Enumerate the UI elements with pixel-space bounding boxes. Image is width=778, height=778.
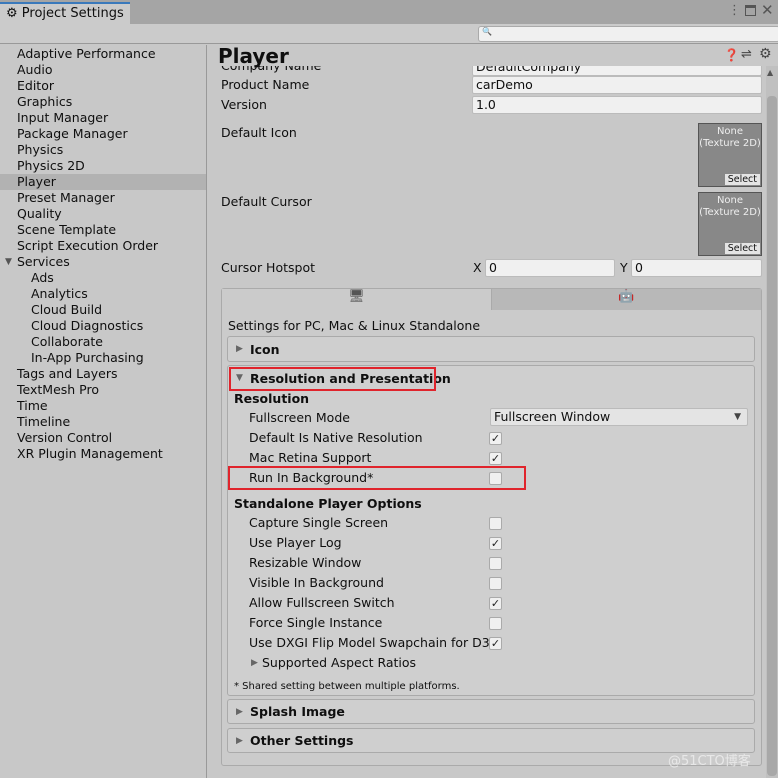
sidebar-item[interactable]: Analytics <box>0 286 206 302</box>
setting-checkbox[interactable] <box>489 617 502 630</box>
sidebar-item[interactable]: TextMesh Pro <box>0 382 206 398</box>
help-icon[interactable]: ❓ <box>724 48 739 62</box>
setting-label: Resizable Window <box>249 555 362 570</box>
highlight-box <box>229 367 436 391</box>
tab-standalone[interactable]: 🖥 <box>222 289 491 311</box>
setting-checkbox[interactable]: ✓ <box>489 432 502 445</box>
sidebar-item[interactable]: Physics <box>0 142 206 158</box>
splash-section-label: Splash Image <box>250 704 345 719</box>
android-icon: 🤖 <box>618 289 635 304</box>
default-icon-label: Default Icon <box>221 125 297 140</box>
sidebar-item[interactable]: Cloud Build <box>0 302 206 318</box>
y-label: Y <box>620 260 628 275</box>
sidebar-item[interactable]: Quality <box>0 206 206 222</box>
sidebar-item[interactable]: Tags and Layers <box>0 366 206 382</box>
default-cursor-label: Default Cursor <box>221 194 312 209</box>
page-title: Player <box>218 44 764 68</box>
hotspot-y-field[interactable]: 0 <box>631 259 762 277</box>
version-field[interactable]: 1.0 <box>472 96 762 114</box>
chevron-right-icon: ▶ <box>236 344 243 354</box>
gear-icon: ⚙ <box>6 6 18 21</box>
sidebar-item[interactable]: Timeline <box>0 414 206 430</box>
search-icon: 🔍 <box>482 27 492 36</box>
setting-checkbox[interactable]: ✓ <box>489 452 502 465</box>
setting-label: Force Single Instance <box>249 615 383 630</box>
monitor-icon: 🖥 <box>348 289 365 304</box>
close-icon[interactable]: ✕ <box>761 1 774 19</box>
resolution-header: Resolution <box>234 391 310 406</box>
search-input[interactable]: 🔍 <box>478 26 778 42</box>
settings-icon[interactable]: ⚙ <box>759 46 772 62</box>
fullscreen-mode-dropdown[interactable]: Fullscreen Window ▼ <box>490 408 748 426</box>
version-label: Version <box>221 97 267 112</box>
scrollbar-thumb[interactable] <box>767 96 777 776</box>
maximize-icon[interactable] <box>745 5 756 16</box>
sidebar-item[interactable]: Script Execution Order <box>0 238 206 254</box>
scroll-up-icon[interactable]: ▲ <box>767 68 773 77</box>
chevron-down-icon[interactable]: ▼ <box>5 254 12 270</box>
sidebar-item[interactable]: Collaborate <box>0 334 206 350</box>
sidebar-item[interactable]: Preset Manager <box>0 190 206 206</box>
icon-foldout[interactable] <box>227 336 755 362</box>
chevron-right-icon: ▶ <box>236 707 243 717</box>
sidebar-item[interactable]: Editor <box>0 78 206 94</box>
hotspot-x-field[interactable]: 0 <box>485 259 615 277</box>
setting-checkbox[interactable] <box>489 557 502 570</box>
sidebar-item[interactable]: Scene Template <box>0 222 206 238</box>
sidebar-item[interactable]: Time <box>0 398 206 414</box>
tab-project-settings[interactable]: ⚙ Project Settings <box>0 2 130 24</box>
sidebar-item[interactable]: Cloud Diagnostics <box>0 318 206 334</box>
highlight-box <box>228 466 526 490</box>
aspect-ratios-foldout[interactable]: Supported Aspect Ratios <box>262 655 416 670</box>
sidebar-item[interactable]: Ads <box>0 270 206 286</box>
cursor-hotspot-label: Cursor Hotspot <box>221 260 316 275</box>
sidebar-item[interactable]: Player <box>0 174 206 190</box>
sidebar-item[interactable]: Version Control <box>0 430 206 446</box>
select-button[interactable]: Select <box>724 243 760 254</box>
setting-checkbox[interactable]: ✓ <box>489 597 502 610</box>
setting-label: Use Player Log <box>249 535 342 550</box>
sidebar-item[interactable]: Package Manager <box>0 126 206 142</box>
shared-note: * Shared setting between multiple platfo… <box>234 681 460 692</box>
dropdown-arrow-icon: ▼ <box>734 412 741 422</box>
setting-label: Visible In Background <box>249 575 384 590</box>
setting-checkbox[interactable] <box>489 577 502 590</box>
platform-heading: Settings for PC, Mac & Linux Standalone <box>228 318 481 333</box>
product-name-label: Product Name <box>221 77 310 92</box>
setting-label: Allow Fullscreen Switch <box>249 595 395 610</box>
sidebar-item[interactable]: Graphics <box>0 94 206 110</box>
sidebar-item[interactable]: Input Manager <box>0 110 206 126</box>
setting-label: Use DXGI Flip Model Swapchain for D3D <box>249 635 500 650</box>
x-label: X <box>473 260 482 275</box>
select-button[interactable]: Select <box>724 174 760 185</box>
sidebar-item[interactable]: Audio <box>0 62 206 78</box>
product-name-field[interactable]: carDemo <box>472 76 762 94</box>
standalone-header: Standalone Player Options <box>234 496 422 511</box>
other-section-label: Other Settings <box>250 733 354 748</box>
preset-icon[interactable]: ⇌ <box>741 47 752 62</box>
watermark: @51CTO博客 <box>668 754 751 769</box>
setting-label: Default Is Native Resolution <box>249 430 423 445</box>
setting-checkbox[interactable] <box>489 517 502 530</box>
setting-checkbox[interactable]: ✓ <box>489 537 502 550</box>
chevron-right-icon[interactable]: ▶ <box>251 658 258 668</box>
sidebar-item[interactable]: Physics 2D <box>0 158 206 174</box>
default-cursor-slot[interactable]: None (Texture 2D) Select <box>698 192 762 256</box>
setting-checkbox[interactable]: ✓ <box>489 637 502 650</box>
sidebar-item[interactable]: ▼ Services <box>0 254 206 270</box>
tab-bar: ⚙ Project Settings ⋮ ✕ <box>0 0 778 24</box>
sidebar-item[interactable]: In-App Purchasing <box>0 350 206 366</box>
setting-label: Mac Retina Support <box>249 450 372 465</box>
sidebar-item[interactable]: XR Plugin Management <box>0 446 206 462</box>
default-icon-slot[interactable]: None (Texture 2D) Select <box>698 123 762 187</box>
chevron-right-icon: ▶ <box>236 736 243 746</box>
setting-label: Capture Single Screen <box>249 515 389 530</box>
fullscreen-mode-label: Fullscreen Mode <box>249 410 350 425</box>
more-icon[interactable]: ⋮ <box>728 3 741 18</box>
sidebar-item[interactable]: Adaptive Performance <box>0 46 206 62</box>
tab-android[interactable]: 🤖 <box>491 289 761 310</box>
icon-section-label: Icon <box>250 342 280 357</box>
